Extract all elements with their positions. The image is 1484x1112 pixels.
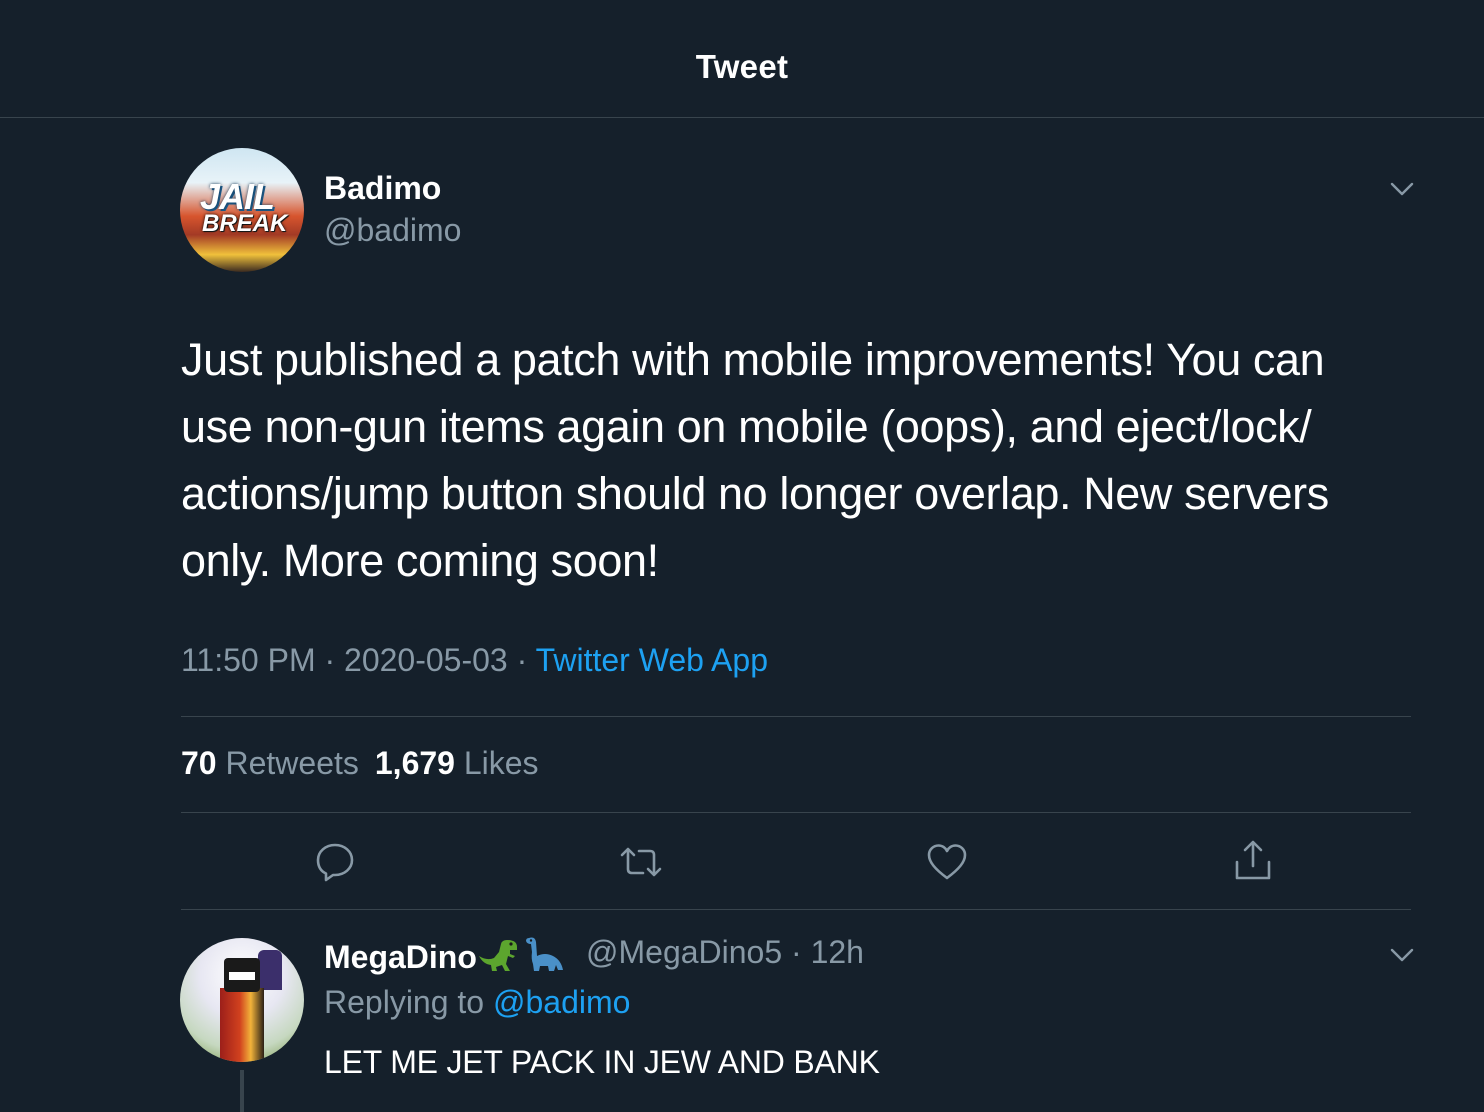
likes-stat[interactable]: 1,679 Likes: [375, 745, 539, 781]
retweets-label: Retweets: [225, 745, 359, 781]
author-avatar[interactable]: JAIL BREAK: [180, 148, 304, 272]
avatar-logo-bottom: BREAK: [202, 210, 288, 237]
sauropod-emoji-icon: [525, 937, 563, 971]
divider: [181, 716, 1411, 717]
reply-time[interactable]: 12h: [811, 934, 864, 970]
tweet-date[interactable]: 2020-05-03: [344, 642, 508, 678]
replying-to-mention[interactable]: @badimo: [493, 984, 630, 1020]
tweet-stats: 70 Retweets 1,679 Likes: [181, 745, 539, 782]
thread-line: [240, 1070, 244, 1112]
divider: [181, 812, 1411, 813]
retweets-stat[interactable]: 70 Retweets: [181, 745, 359, 781]
top-bar: Tweet: [0, 0, 1484, 118]
replying-to: Replying to @badimo: [324, 984, 630, 1021]
heart-icon[interactable]: [925, 840, 969, 884]
reply-author-name-text: MegaDino: [324, 939, 477, 975]
meta-separator: ·: [791, 934, 802, 970]
author-name[interactable]: Badimo: [324, 170, 441, 207]
likes-count: 1,679: [374, 745, 455, 781]
likes-label: Likes: [463, 745, 539, 781]
reply-avatar[interactable]: [180, 938, 304, 1062]
page-title: Tweet: [695, 48, 789, 85]
chevron-down-icon[interactable]: [1389, 176, 1415, 202]
reply-author-handle[interactable]: @MegaDino5: [586, 934, 782, 970]
share-icon[interactable]: [1231, 838, 1275, 882]
divider: [181, 909, 1411, 910]
meta-separator: ·: [324, 642, 345, 678]
reply-author-meta: @MegaDino5 · 12h: [586, 934, 864, 971]
retweet-icon[interactable]: [619, 840, 663, 884]
tweet-time[interactable]: 11:50 PM: [181, 642, 316, 678]
t-rex-emoji-icon: [478, 940, 517, 971]
reply-text: LET ME JET PACK IN JEW AND BANK: [324, 1044, 880, 1080]
author-handle[interactable]: @badimo: [324, 212, 461, 249]
replying-to-label: Replying to: [324, 984, 485, 1020]
reply-icon[interactable]: [313, 840, 357, 884]
tweet-detail-page: Tweet JAIL BREAK Badimo @badimo Just pub…: [0, 0, 1484, 1112]
meta-separator: ·: [516, 642, 536, 678]
tweet-meta: 11:50 PM · 2020-05-03 · Twitter Web App: [181, 642, 768, 679]
reply-author-name[interactable]: MegaDino: [324, 934, 565, 976]
retweets-count: 70: [181, 745, 217, 781]
tweet-text: Just published a patch with mobile impro…: [181, 334, 1329, 586]
tweet-source-link[interactable]: Twitter Web App: [536, 642, 768, 678]
chevron-down-icon[interactable]: [1389, 942, 1415, 968]
